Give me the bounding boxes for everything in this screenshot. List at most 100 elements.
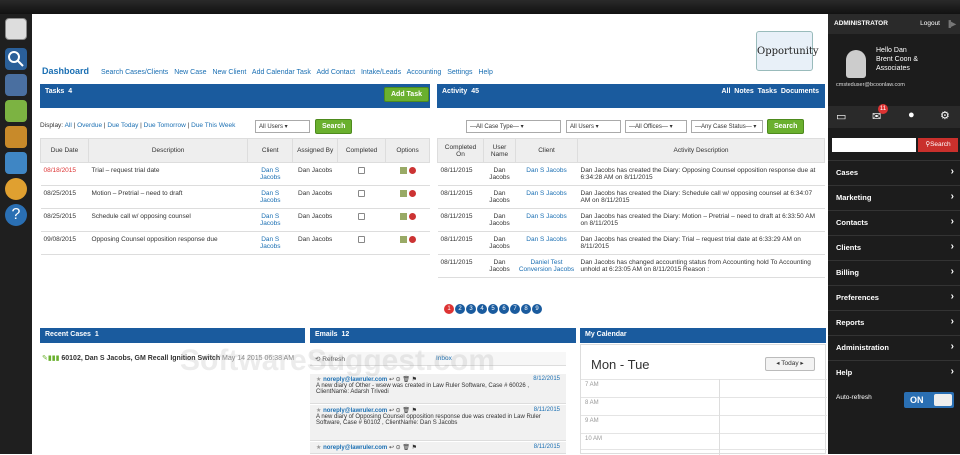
help-icon[interactable]: ? — [5, 204, 27, 226]
client-link[interactable]: Dan S Jacobs — [515, 208, 578, 232]
filter-due-this-week[interactable]: Due This Week — [191, 122, 235, 129]
completed-checkbox[interactable] — [358, 213, 366, 220]
nav-add-calendar-task[interactable]: Add Calendar Task — [252, 69, 311, 76]
sidebar-search-button[interactable]: ⚲Search — [918, 138, 958, 152]
today-button[interactable]: ◂ Today ▸ — [765, 357, 815, 371]
nav-help[interactable]: Help — [478, 69, 492, 76]
page-4[interactable]: 4 — [477, 304, 487, 314]
gear-icon[interactable]: ⚙ — [940, 109, 950, 122]
due-date: 08/25/2015 — [40, 208, 89, 232]
menu-cases[interactable]: Cases › — [828, 160, 960, 184]
menu-reports[interactable]: Reports › — [828, 310, 960, 334]
task-search-button[interactable]: Search — [315, 119, 353, 134]
nav-search[interactable]: Search Cases/Clients — [101, 69, 168, 76]
nav-new-case[interactable]: New Case — [174, 69, 206, 76]
description: Trial – request trial date — [88, 162, 248, 186]
page-7[interactable]: 7 — [510, 304, 520, 314]
nav-accounting[interactable]: Accounting — [407, 69, 442, 76]
filter-all[interactable]: All — [65, 122, 72, 129]
delete-icon[interactable] — [408, 213, 416, 220]
logout-link[interactable]: Logout — [920, 20, 940, 27]
menu-marketing[interactable]: Marketing › — [828, 185, 960, 209]
nav-settings[interactable]: Settings — [447, 69, 472, 76]
client-link[interactable]: Dan S Jacobs — [515, 185, 578, 209]
menu-contacts[interactable]: Contacts › — [828, 210, 960, 234]
client-link[interactable]: Dan S Jacobs — [247, 185, 293, 209]
menu-billing[interactable]: Billing › — [828, 260, 960, 284]
nav-intake-leads[interactable]: Intake/Leads — [361, 69, 401, 76]
edit-icon[interactable] — [399, 190, 407, 197]
client-link[interactable]: Dan S Jacobs — [247, 231, 293, 255]
completed-checkbox[interactable] — [358, 190, 366, 197]
star-icon[interactable]: ★ — [316, 445, 321, 451]
edit-icon[interactable] — [399, 213, 407, 220]
menu-preferences[interactable]: Preferences › — [828, 285, 960, 309]
user-icon[interactable]: ● — [908, 109, 915, 121]
activity-title: Activity — [442, 88, 468, 95]
activity-search-button[interactable]: Search — [767, 119, 805, 134]
page-9[interactable]: 9 — [532, 304, 542, 314]
menu-clients[interactable]: Clients › — [828, 235, 960, 259]
dashboard-title[interactable]: Dashboard — [42, 66, 89, 76]
page-6[interactable]: 6 — [499, 304, 509, 314]
table-row: 09/08/2015 Opposing Counsel opposition r… — [40, 231, 430, 255]
task-user-select[interactable]: All Users ▾ — [255, 120, 310, 133]
tab-all[interactable]: All — [721, 88, 730, 95]
camera-icon[interactable] — [5, 18, 27, 40]
delete-icon[interactable] — [408, 167, 416, 174]
logout-icon[interactable]: ▐▶ — [946, 20, 956, 28]
page-2[interactable]: 2 — [455, 304, 465, 314]
edit-icon[interactable] — [399, 236, 407, 243]
email-icon[interactable] — [5, 152, 27, 174]
client-link[interactable]: Daniel Test Conversion Jacobs — [515, 254, 578, 278]
page-5[interactable]: 5 — [488, 304, 498, 314]
search-input[interactable] — [832, 138, 916, 152]
chat-icon[interactable] — [5, 100, 27, 122]
completed-checkbox[interactable] — [358, 236, 366, 243]
page-3[interactable]: 3 — [466, 304, 476, 314]
activity-header: Activity 45 All Notes Tasks Documents — [437, 84, 825, 108]
nav-add-contact[interactable]: Add Contact — [317, 69, 356, 76]
user: Dan Jacobs — [483, 231, 516, 255]
menu-help[interactable]: Help › — [828, 360, 960, 384]
description: Opposing Counsel opposition response due — [88, 231, 248, 255]
calendar-icon[interactable]: ▭ — [836, 110, 846, 123]
client-link[interactable]: Dan S Jacobs — [247, 208, 293, 232]
document-icon[interactable] — [5, 74, 27, 96]
nav-new-client[interactable]: New Client — [212, 69, 246, 76]
people-icon[interactable] — [5, 126, 27, 148]
case-status-select[interactable]: —Any Case Status— ▾ — [691, 120, 763, 133]
table-row: 08/18/2015 Trial – request trial date Da… — [40, 162, 430, 186]
firm-name: Brent Coon & — [876, 56, 919, 63]
page-8[interactable]: 8 — [521, 304, 531, 314]
client-link[interactable]: Dan S Jacobs — [515, 231, 578, 255]
email-body: A new diary of Opposing Counsel oppositi… — [316, 414, 541, 426]
activity-desc: Dan Jacobs has created the Diary: Opposi… — [577, 162, 825, 186]
clock-icon[interactable] — [5, 178, 27, 200]
delete-icon[interactable] — [408, 236, 416, 243]
completed-checkbox[interactable] — [358, 167, 366, 174]
case-type-select[interactable]: —All Case Type— ▾ — [466, 120, 561, 133]
activity-user-select[interactable]: All Users ▾ — [566, 120, 621, 133]
email-item[interactable]: ★ noreply@lawruler.com ↩ ⊙ 🗑 ⚑ 8/11/2015… — [310, 405, 566, 441]
tab-notes[interactable]: Notes — [734, 88, 753, 95]
office-select[interactable]: —All Offices— ▾ — [625, 120, 687, 133]
search-icon[interactable] — [5, 48, 27, 70]
filter-due-today[interactable]: Due Today — [107, 122, 138, 129]
email-item[interactable]: ★ noreply@lawruler.com ↩ ⊙ 🗑 ⚑ 8/11/2015 — [310, 442, 566, 454]
delete-icon[interactable] — [408, 190, 416, 197]
filter-due-tomorrow[interactable]: Due Tomorrow — [144, 122, 186, 129]
edit-icon[interactable] — [399, 167, 407, 174]
activity-desc: Dan Jacobs has created the Diary: Schedu… — [577, 185, 825, 209]
auto-refresh-toggle[interactable]: ON — [904, 392, 954, 408]
menu-administration[interactable]: Administration › — [828, 335, 960, 359]
client-link[interactable]: Dan S Jacobs — [247, 162, 293, 186]
client-link[interactable]: Dan S Jacobs — [515, 162, 578, 186]
tab-tasks[interactable]: Tasks — [758, 88, 777, 95]
add-task-button[interactable]: Add Task — [384, 87, 429, 102]
filter-overdue[interactable]: Overdue — [77, 122, 102, 129]
page-1[interactable]: 1 — [444, 304, 454, 314]
email-item[interactable]: ★ noreply@lawruler.com ↩ ⊙ 🗑 ⚑ 8/12/2015… — [310, 374, 566, 404]
tab-documents[interactable]: Documents — [781, 88, 819, 95]
email-body: A new diary of Other - wsew was created … — [316, 383, 530, 395]
